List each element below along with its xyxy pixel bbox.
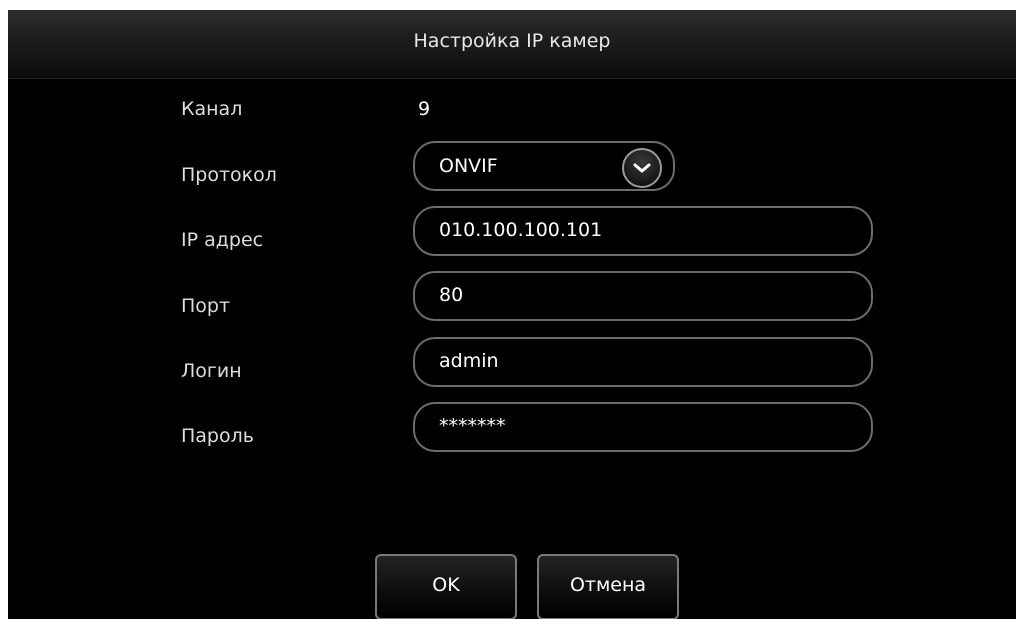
channel-value: 9 — [418, 98, 431, 120]
port-label: Порт — [181, 295, 231, 317]
title-bar: Настройка IP камер — [8, 10, 1016, 79]
login-field[interactable]: admin — [413, 337, 873, 387]
protocol-label: Протокол — [181, 164, 277, 186]
ip-camera-settings-dialog: Настройка IP камер Канал 9 Протокол ONVI… — [8, 10, 1016, 619]
protocol-select[interactable]: ONVIF — [413, 141, 675, 191]
dialog-title: Настройка IP камер — [413, 30, 611, 52]
ok-button[interactable]: OK — [375, 554, 517, 619]
password-label: Пароль — [181, 425, 254, 447]
cancel-button[interactable]: Отмена — [537, 554, 679, 619]
protocol-select-value: ONVIF — [439, 155, 498, 177]
channel-label: Канал — [181, 98, 243, 120]
port-field[interactable]: 80 — [413, 271, 873, 321]
chevron-down-icon[interactable] — [622, 148, 662, 188]
password-field[interactable]: ******* — [413, 402, 873, 452]
login-label: Логин — [181, 360, 242, 382]
ip-address-label: IP адрес — [181, 229, 264, 251]
ip-address-field[interactable]: 010.100.100.101 — [413, 206, 873, 256]
